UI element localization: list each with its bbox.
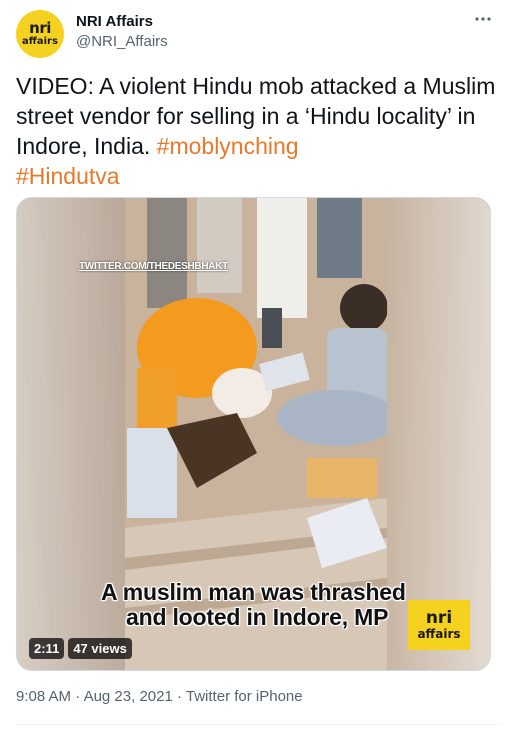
- avatar[interactable]: nri affairs: [16, 10, 64, 58]
- hashtag-link[interactable]: #moblynching: [157, 133, 299, 159]
- divider: [16, 724, 501, 725]
- avatar-logo-subtext: affairs: [22, 36, 58, 47]
- more-icon[interactable]: [472, 8, 494, 30]
- tweet: nri affairs NRI Affairs @NRI_Affairs VID…: [0, 0, 517, 729]
- author-handle[interactable]: @NRI_Affairs: [76, 33, 168, 50]
- video-player[interactable]: TWITTER.COM/THEDESHBHAKT A muslim man wa…: [16, 197, 491, 671]
- meta-separator: ·: [176, 688, 182, 705]
- video-logo: nri affairs: [408, 600, 470, 650]
- video-duration: 2:11: [29, 638, 65, 659]
- video-logo-text: nri: [425, 608, 453, 628]
- video-watermark: TWITTER.COM/THEDESHBHAKT: [79, 261, 228, 272]
- author-name[interactable]: NRI Affairs: [76, 13, 153, 30]
- tweet-meta: 9:08 AM · Aug 23, 2021 · Twitter for iPh…: [16, 688, 303, 705]
- tweet-source[interactable]: Twitter for iPhone: [186, 688, 303, 705]
- tweet-text: VIDEO: A violent Hindu mob attacked a Mu…: [16, 71, 496, 191]
- meta-separator: ·: [75, 688, 81, 705]
- tweet-date[interactable]: Aug 23, 2021: [84, 688, 173, 705]
- avatar-logo-text: nri: [29, 19, 51, 37]
- video-logo-subtext: affairs: [417, 627, 461, 641]
- tweet-time[interactable]: 9:08 AM: [16, 688, 71, 705]
- video-badges: 2:11 47 views: [29, 638, 132, 659]
- video-views: 47 views: [68, 638, 132, 659]
- hashtag-link[interactable]: #Hindutva: [16, 163, 120, 189]
